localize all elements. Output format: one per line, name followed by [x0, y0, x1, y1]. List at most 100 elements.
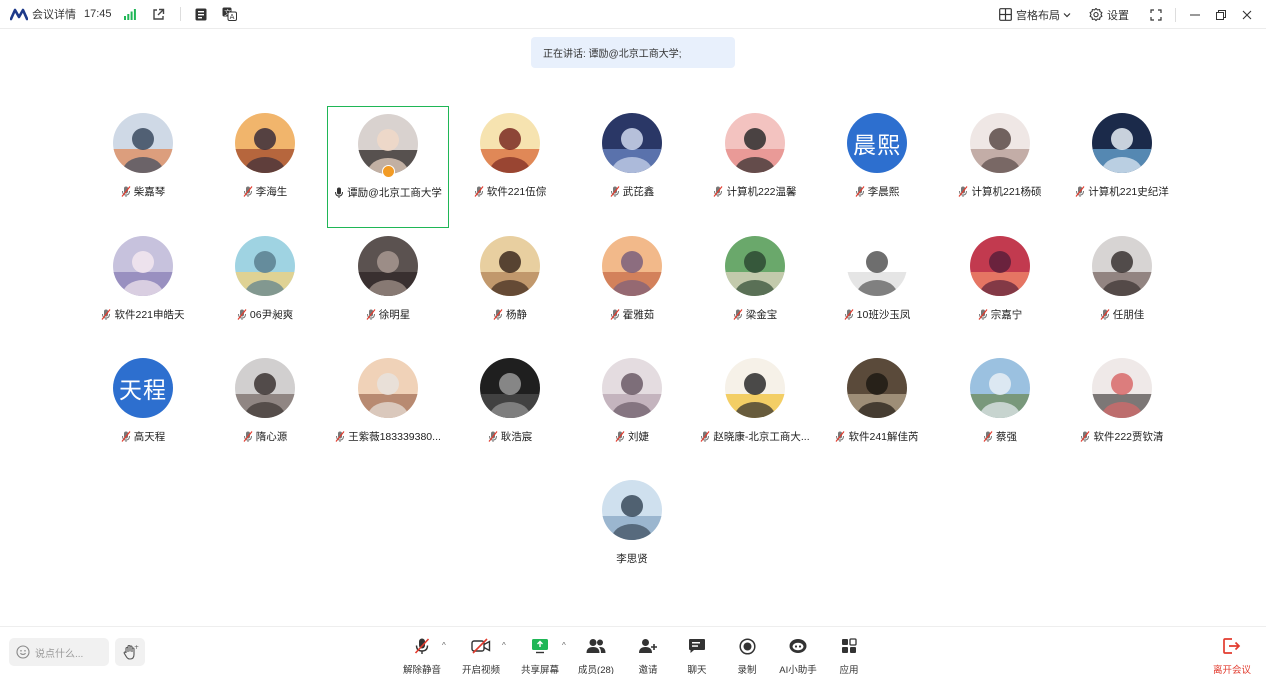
participant-tile[interactable]: 蔡强	[939, 351, 1061, 473]
mic-muted-icon	[237, 309, 247, 320]
participant-avatar	[725, 236, 785, 296]
participant-avatar	[847, 358, 907, 418]
chat-label: 聊天	[687, 665, 707, 674]
participant-tile[interactable]: 李海生	[204, 106, 326, 228]
mic-muted-icon	[836, 431, 845, 442]
mic-muted-icon	[1081, 431, 1090, 442]
mic-muted-icon	[474, 186, 484, 197]
participant-name-text: 宗嘉宁	[990, 309, 1023, 321]
video-options-chevron-icon[interactable]: ^	[502, 641, 506, 650]
participant-tile[interactable]: 天程高天程	[82, 351, 204, 473]
participant-name-text: 计算机221杨硕	[971, 186, 1042, 198]
raise-hand-button[interactable]: +	[115, 638, 145, 666]
participant-tile[interactable]: 隋心源	[204, 351, 326, 473]
participant-name-text: 06尹昶爽	[249, 309, 294, 321]
participant-name-text: 软件221伍倧	[486, 186, 547, 198]
participant-name: 赵晓康-北京工商大...	[700, 429, 810, 444]
chat-icon	[689, 639, 705, 653]
participant-name: 谭励@北京工商大学	[334, 185, 442, 200]
participant-name-text: 霍雅茹	[622, 309, 655, 321]
apps-button[interactable]: 应用	[819, 637, 879, 674]
participant-name-text: 武芘鑫	[622, 186, 655, 198]
participant-tile[interactable]: 杨静	[449, 229, 571, 351]
participant-name: 刘婕	[615, 429, 649, 444]
participant-name: 徐明星	[366, 307, 411, 322]
participant-tile[interactable]: 刘婕	[571, 351, 693, 473]
participant-name-text: 高天程	[133, 431, 166, 443]
participant-name-text: 杨静	[506, 309, 527, 321]
members-button[interactable]: 成员(28)	[566, 637, 626, 674]
share-screen-label: 共享屏幕	[520, 665, 559, 674]
participant-tile[interactable]: 软件241解佳芮	[816, 351, 938, 473]
participant-avatar	[113, 113, 173, 173]
participant-avatar	[113, 236, 173, 296]
ai-assistant-icon	[789, 639, 807, 653]
participant-name: 霍雅茹	[610, 307, 655, 322]
share-screen-button[interactable]: 共享屏幕	[510, 637, 570, 674]
participant-name: 杨静	[493, 307, 527, 322]
participant-name-text: 软件221申皓天	[114, 309, 185, 321]
participant-avatar: 天程	[113, 358, 173, 418]
participant-avatar	[725, 358, 785, 418]
participant-tile[interactable]: 霍雅茹	[571, 229, 693, 351]
participant-name: 计算机221史纪洋	[1075, 184, 1169, 199]
mic-muted-icon	[366, 309, 376, 320]
participant-tile[interactable]: 软件221伍倧	[449, 106, 571, 228]
participant-tile[interactable]: 10班沙玉凤	[816, 229, 938, 351]
participant-tile[interactable]: 06尹昶爽	[204, 229, 326, 351]
audio-options-chevron-icon[interactable]: ^	[442, 641, 446, 650]
mic-muted-icon	[610, 186, 620, 197]
participant-name: 耿浩宸	[488, 429, 533, 444]
participant-tile[interactable]: 柴嘉琴	[82, 106, 204, 228]
participant-tile[interactable]: 李思贤	[571, 473, 693, 595]
hand-icon: +	[123, 644, 139, 660]
participant-tile[interactable]: 宗嘉宁	[939, 229, 1061, 351]
mic-muted-icon	[733, 309, 743, 320]
participant-tile[interactable]: 王紫薇183339380...	[327, 351, 449, 473]
mic-muted-icon	[983, 431, 993, 442]
participant-tile[interactable]: 软件221申皓天	[82, 229, 204, 351]
participant-name: 计算机222温馨	[713, 184, 797, 199]
participant-name: 软件221申皓天	[101, 307, 185, 322]
participant-avatar: 晨熙	[847, 113, 907, 173]
participant-avatar	[480, 358, 540, 418]
mic-muted-icon	[610, 309, 620, 320]
participant-name: 李晨熙	[855, 184, 899, 199]
participant-avatar	[602, 480, 662, 540]
mic-muted-icon	[978, 309, 988, 320]
apps-label: 应用	[839, 665, 859, 674]
participant-grid: 柴嘉琴 李海生 谭励@北京工商大学 软件221伍倧 武芘鑫 计算机222温馨 晨熙 李晨熙 计算…	[0, 0, 1266, 620]
invite-label: 邀请	[638, 665, 658, 674]
participant-name-text: 耿浩宸	[500, 431, 533, 443]
leave-meeting-button[interactable]: 离开会议	[1202, 637, 1262, 674]
participant-tile[interactable]: 任朋佳	[1061, 229, 1183, 351]
add-user-icon	[639, 639, 657, 653]
record-icon	[738, 637, 756, 655]
mic-muted-icon	[335, 431, 345, 442]
unmute-label: 解除静音	[402, 665, 441, 674]
participant-tile[interactable]: 计算机222温馨	[694, 106, 816, 228]
participant-tile[interactable]: 软件222贾钦清	[1061, 351, 1183, 473]
participant-avatar	[480, 113, 540, 173]
apps-grid-icon	[842, 638, 857, 653]
participant-tile[interactable]: 晨熙 李晨熙	[816, 106, 938, 228]
participant-tile[interactable]: 谭励@北京工商大学	[327, 106, 449, 228]
participant-tile[interactable]: 武芘鑫	[571, 106, 693, 228]
participant-name: 柴嘉琴	[121, 184, 165, 199]
participant-name: 梁金宝	[733, 307, 777, 322]
mic-muted-icon	[714, 186, 723, 197]
participant-name-text: 隋心源	[255, 431, 288, 443]
participant-tile[interactable]: 耿浩宸	[449, 351, 571, 473]
participant-tile[interactable]: 赵晓康-北京工商大...	[694, 351, 816, 473]
mic-muted-icon	[102, 309, 111, 320]
mic-muted-icon	[243, 431, 253, 442]
participant-tile[interactable]: 计算机221史纪洋	[1061, 106, 1183, 228]
participant-tile[interactable]: 梁金宝	[694, 229, 816, 351]
mic-muted-icon	[615, 431, 625, 442]
participant-avatar	[602, 358, 662, 418]
participant-name-text: 徐明星	[378, 309, 411, 321]
participant-name: 计算机221杨硕	[958, 184, 1042, 199]
quick-chat-input[interactable]: 说点什么...	[9, 638, 109, 666]
participant-tile[interactable]: 徐明星	[327, 229, 449, 351]
participant-tile[interactable]: 计算机221杨硕	[939, 106, 1061, 228]
